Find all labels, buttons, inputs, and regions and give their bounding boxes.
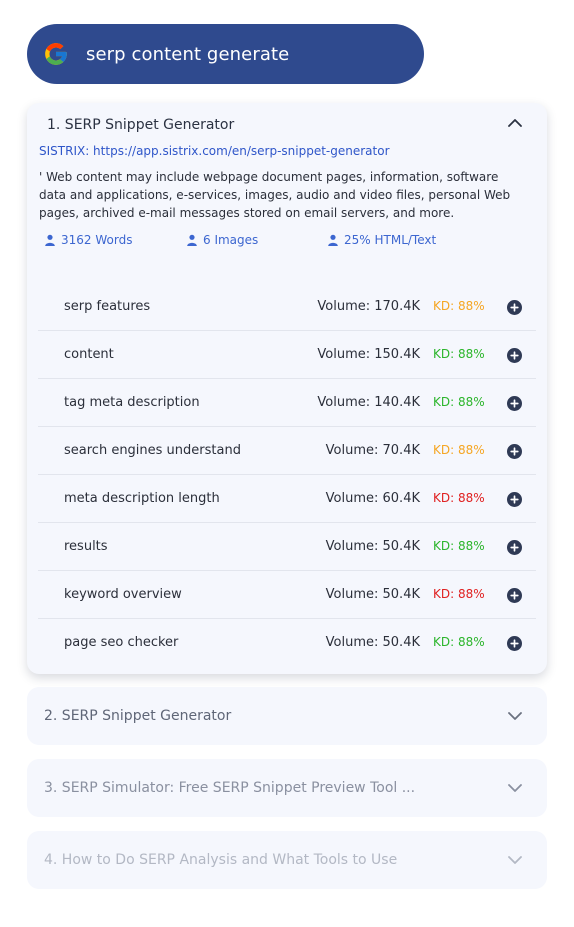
- keyword-volume: Volume: 50.4K: [325, 635, 420, 650]
- add-keyword-icon[interactable]: [507, 348, 522, 363]
- result-card-4[interactable]: 4. How to Do SERP Analysis and What Tool…: [27, 831, 547, 889]
- result-title[interactable]: 3. SERP Simulator: Free SERP Snippet Pre…: [44, 780, 415, 796]
- keyword-name: tag meta description: [64, 395, 200, 410]
- keyword-name: content: [64, 347, 114, 362]
- word-count-stat: 3162 Words: [44, 233, 186, 247]
- keyword-row: keyword overview Volume: 50.4K KD: 88%: [38, 571, 536, 619]
- result-title[interactable]: 4. How to Do SERP Analysis and What Tool…: [44, 852, 397, 868]
- keyword-volume: Volume: 60.4K: [325, 491, 420, 506]
- keyword-difficulty: KD: 88%: [433, 587, 485, 601]
- keyword-row: page seo checker Volume: 50.4K KD: 88%: [38, 619, 536, 667]
- add-keyword-icon[interactable]: [507, 588, 522, 603]
- keyword-difficulty: KD: 88%: [433, 539, 485, 553]
- keyword-name: page seo checker: [64, 635, 179, 650]
- user-icon: [45, 234, 55, 246]
- keyword-volume: Volume: 140.4K: [317, 395, 420, 410]
- add-keyword-icon[interactable]: [507, 636, 522, 651]
- add-keyword-icon[interactable]: [507, 300, 522, 315]
- google-icon: [45, 43, 67, 65]
- result-card-1: 1. SERP Snippet Generator SISTRIX: https…: [27, 103, 547, 674]
- result-source-link[interactable]: SISTRIX: https://app.sistrix.com/en/serp…: [39, 144, 390, 158]
- add-keyword-icon[interactable]: [507, 540, 522, 555]
- keyword-difficulty: KD: 88%: [433, 395, 485, 409]
- user-icon: [328, 234, 338, 246]
- chevron-down-icon[interactable]: [507, 852, 523, 868]
- keyword-name: keyword overview: [64, 587, 182, 602]
- keyword-name: search engines understand: [64, 443, 241, 458]
- result-card-2[interactable]: 2. SERP Snippet Generator: [27, 687, 547, 745]
- html-ratio-stat: 25% HTML/Text: [327, 233, 436, 247]
- image-count: 6 Images: [203, 233, 259, 247]
- chevron-up-icon[interactable]: [507, 115, 523, 131]
- keyword-row: tag meta description Volume: 140.4K KD: …: [38, 379, 536, 427]
- add-keyword-icon[interactable]: [507, 396, 522, 411]
- chevron-down-icon[interactable]: [507, 780, 523, 796]
- keyword-row: results Volume: 50.4K KD: 88%: [38, 523, 536, 571]
- keyword-row: content Volume: 150.4K KD: 88%: [38, 331, 536, 379]
- keyword-volume: Volume: 170.4K: [317, 299, 420, 314]
- keyword-name: meta description length: [64, 491, 220, 506]
- result-description: ' Web content may include webpage docume…: [39, 170, 511, 220]
- keyword-difficulty: KD: 88%: [433, 299, 485, 313]
- html-ratio: 25% HTML/Text: [344, 233, 437, 247]
- keyword-list: serp features Volume: 170.4K KD: 88% con…: [38, 283, 536, 667]
- keyword-row: search engines understand Volume: 70.4K …: [38, 427, 536, 475]
- keyword-name: serp features: [64, 299, 151, 314]
- keyword-difficulty: KD: 88%: [433, 347, 485, 361]
- result-card-3[interactable]: 3. SERP Simulator: Free SERP Snippet Pre…: [27, 759, 547, 817]
- search-query[interactable]: serp content generate: [86, 44, 289, 65]
- search-bar[interactable]: serp content generate: [27, 24, 424, 84]
- keyword-difficulty: KD: 88%: [433, 491, 485, 505]
- add-keyword-icon[interactable]: [507, 492, 522, 507]
- keyword-row: meta description length Volume: 60.4K KD…: [38, 475, 536, 523]
- chevron-down-icon[interactable]: [507, 708, 523, 724]
- image-count-stat: 6 Images: [186, 233, 327, 247]
- keyword-difficulty: KD: 88%: [433, 443, 485, 457]
- keyword-volume: Volume: 50.4K: [325, 587, 420, 602]
- result-stats: 3162 Words 6 Images 25% HTML/Text: [44, 233, 436, 247]
- user-icon: [187, 234, 197, 246]
- keyword-volume: Volume: 150.4K: [317, 347, 420, 362]
- add-keyword-icon[interactable]: [507, 444, 522, 459]
- result-title[interactable]: 2. SERP Snippet Generator: [44, 708, 231, 724]
- keyword-name: results: [64, 539, 108, 554]
- keyword-row: serp features Volume: 170.4K KD: 88%: [38, 283, 536, 331]
- keyword-volume: Volume: 70.4K: [325, 443, 420, 458]
- keyword-difficulty: KD: 88%: [433, 635, 485, 649]
- word-count: 3162 Words: [61, 233, 133, 247]
- result-title[interactable]: 1. SERP Snippet Generator: [47, 117, 234, 133]
- keyword-volume: Volume: 50.4K: [325, 539, 420, 554]
